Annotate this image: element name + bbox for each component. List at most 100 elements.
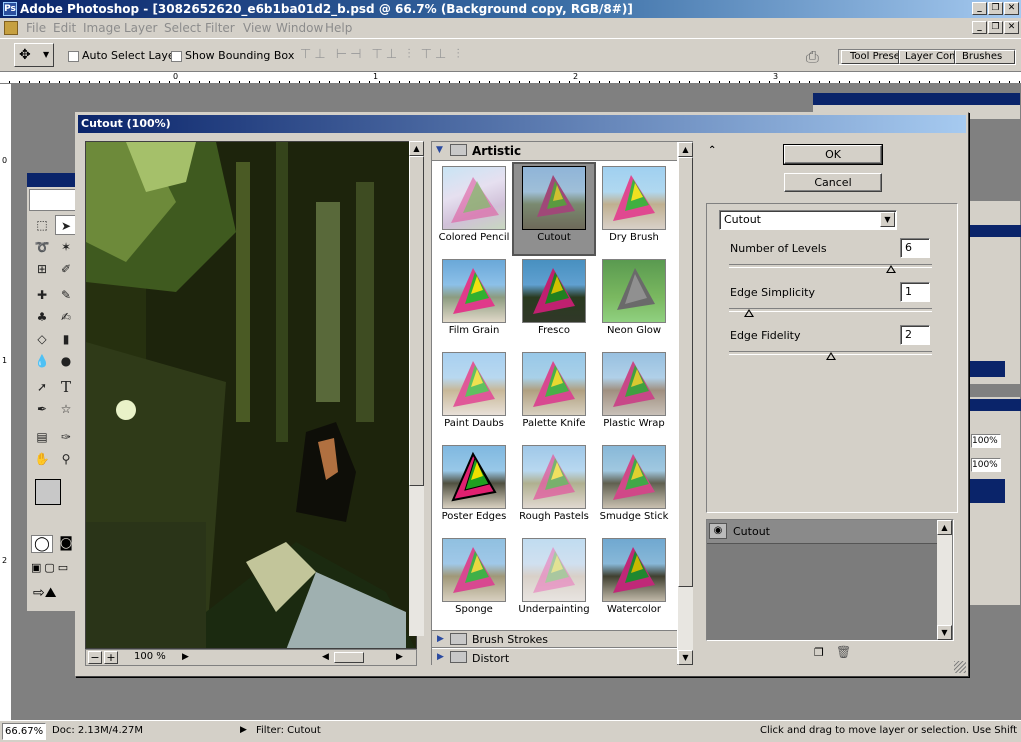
doc-close-button[interactable]: ✕ [1004,21,1019,34]
filter-underpainting[interactable]: Underpainting [514,536,594,626]
resize-grip-icon[interactable] [954,661,966,673]
filter-film-grain[interactable]: Film Grain [434,257,514,347]
close-button[interactable]: ✕ [1004,2,1019,15]
path-select-icon[interactable]: ➚ [31,377,53,397]
panel-zoom-field-2[interactable]: 100% [971,458,1001,472]
menu-image[interactable]: Image [83,21,121,35]
levels-input[interactable]: 6 [900,238,930,258]
panel-zoom-field-1[interactable]: 100% [971,434,1001,448]
bounding-box-checkbox[interactable]: Show Bounding Box [171,49,294,62]
zoom-in-button[interactable]: + [104,651,118,664]
filter-palette-knife[interactable]: Palette Knife [514,350,594,440]
doc-minimize-button[interactable]: _ [972,21,987,34]
new-effect-layer-icon[interactable]: ❐ [814,646,824,659]
category-brush-strokes[interactable]: ▶ Brush Strokes [432,630,677,648]
palette-well-icon[interactable]: ⎙ [806,47,819,67]
levels-slider-handle[interactable] [886,265,897,273]
dropdown-arrow-icon[interactable]: ▼ [880,212,895,227]
collapse-gallery-icon[interactable]: ⌃ [708,145,716,156]
foreground-color-swatch[interactable] [35,479,61,505]
fidelity-slider-handle[interactable] [825,352,836,360]
category-distort[interactable]: ▶ Distort [432,649,677,665]
simplicity-slider-handle[interactable] [744,309,755,317]
hscroll-right-icon[interactable]: ▶ [396,652,403,662]
align-buttons[interactable]: ⊤⊥ ⊢⊣ ⊤⊥ ⫶ ⊤⊥ ⫶ [300,47,560,65]
filter-fresco[interactable]: Fresco [514,257,594,347]
status-menu-arrow-icon[interactable]: ▶ [240,725,247,735]
filter-dry-brush[interactable]: Dry Brush [594,164,674,254]
layer-selected-row[interactable] [969,361,1005,377]
screen-mode-icons[interactable]: ▣▢▭ [31,561,81,577]
dodge-tool-icon[interactable]: ● [55,351,77,371]
eraser-tool-icon[interactable]: ◇ [31,329,53,349]
ok-button[interactable]: OK [783,144,883,165]
zoom-tool-icon[interactable]: ⚲ [55,449,77,469]
history-brush-icon[interactable]: ✍ [55,307,77,327]
browser-vscroll-thumb[interactable] [678,157,693,587]
tool-preset-picker[interactable]: ✥ ▼ [14,43,54,67]
layers-scroll-up[interactable]: ▲ [937,520,952,535]
filter-poster-edges[interactable]: Poster Edges [434,443,514,533]
browser-scroll-down[interactable]: ▼ [678,650,693,665]
filter-preview[interactable] [85,141,417,649]
tab-tool-presets[interactable]: Tool Prese [841,50,899,64]
hscroll-left-icon[interactable]: ◀ [322,652,329,662]
standard-mode-icon[interactable]: ◯ [31,535,53,553]
cancel-button[interactable]: Cancel [784,173,882,192]
menu-help[interactable]: Help [325,21,352,35]
preview-vscrollbar[interactable] [409,156,424,636]
history-selected-row[interactable] [969,479,1005,503]
healing-brush-icon[interactable]: ✚ [31,285,53,305]
quickmask-mode-icon[interactable]: ◙ [55,535,77,553]
category-artistic[interactable]: ▼ Artistic [432,142,677,161]
menu-edit[interactable]: Edit [53,21,76,35]
restore-button[interactable]: ❐ [988,2,1003,15]
filter-sponge[interactable]: Sponge [434,536,514,626]
marquee-tool-icon[interactable]: ⬚ [31,215,53,235]
gradient-tool-icon[interactable]: ▮ [55,329,77,349]
menu-window[interactable]: Window [276,21,323,35]
document-icon[interactable] [4,21,18,35]
menu-file[interactable]: File [26,21,46,35]
filter-plastic-wrap[interactable]: Plastic Wrap [594,350,674,440]
shape-tool-icon[interactable]: ☆ [55,399,77,419]
layers-vscrollbar[interactable] [937,535,952,625]
minimize-button[interactable]: _ [972,2,987,15]
doc-restore-button[interactable]: ❐ [988,21,1003,34]
eyedropper-icon[interactable]: ✑ [55,427,77,447]
menu-view[interactable]: View [243,21,271,35]
clone-stamp-icon[interactable]: ♣ [31,307,53,327]
move-tool-icon[interactable]: ➤ [55,215,77,235]
simplicity-input[interactable]: 1 [900,282,930,302]
status-zoom[interactable]: 66.67% [2,723,46,740]
slice-tool-icon[interactable]: ✐ [55,259,77,279]
effect-layer-row[interactable]: ◉ Cutout [707,520,937,544]
filter-cutout[interactable]: Cutout [512,162,596,256]
brush-tool-icon[interactable]: ✎ [55,285,77,305]
filter-paint-daubs[interactable]: Paint Daubs [434,350,514,440]
blur-tool-icon[interactable]: 💧 [31,351,53,371]
preview-scroll-up[interactable]: ▲ [409,141,424,156]
fidelity-slider[interactable] [729,351,932,360]
zoom-menu-arrow-icon[interactable]: ▶ [182,652,189,662]
menu-layer[interactable]: Layer [124,21,157,35]
tab-layer-comps[interactable]: Layer Com [899,50,955,64]
filter-neon-glow[interactable]: Neon Glow [594,257,674,347]
lasso-tool-icon[interactable]: ➰ [31,237,53,257]
levels-slider[interactable] [729,264,932,273]
crop-tool-icon[interactable]: ⊞ [31,259,53,279]
notes-tool-icon[interactable]: ▤ [31,427,53,447]
menu-filter[interactable]: Filter [205,21,235,35]
zoom-level[interactable]: 100 % [134,651,166,662]
delete-effect-layer-icon[interactable]: 🗑 [836,645,851,659]
hand-tool-icon[interactable]: ✋ [31,449,53,469]
filter-rough-pastels[interactable]: Rough Pastels [514,443,594,533]
type-tool-icon[interactable]: T [55,377,77,397]
filter-select[interactable]: Cutout ▼ [719,210,897,230]
layers-scroll-down[interactable]: ▼ [937,625,952,640]
fidelity-input[interactable]: 2 [900,325,930,345]
auto-select-checkbox[interactable]: Auto Select Layer [68,49,179,62]
simplicity-slider[interactable] [729,308,932,317]
magic-wand-icon[interactable]: ✶ [55,237,77,257]
filter-smudge-stick[interactable]: Smudge Stick [594,443,674,533]
